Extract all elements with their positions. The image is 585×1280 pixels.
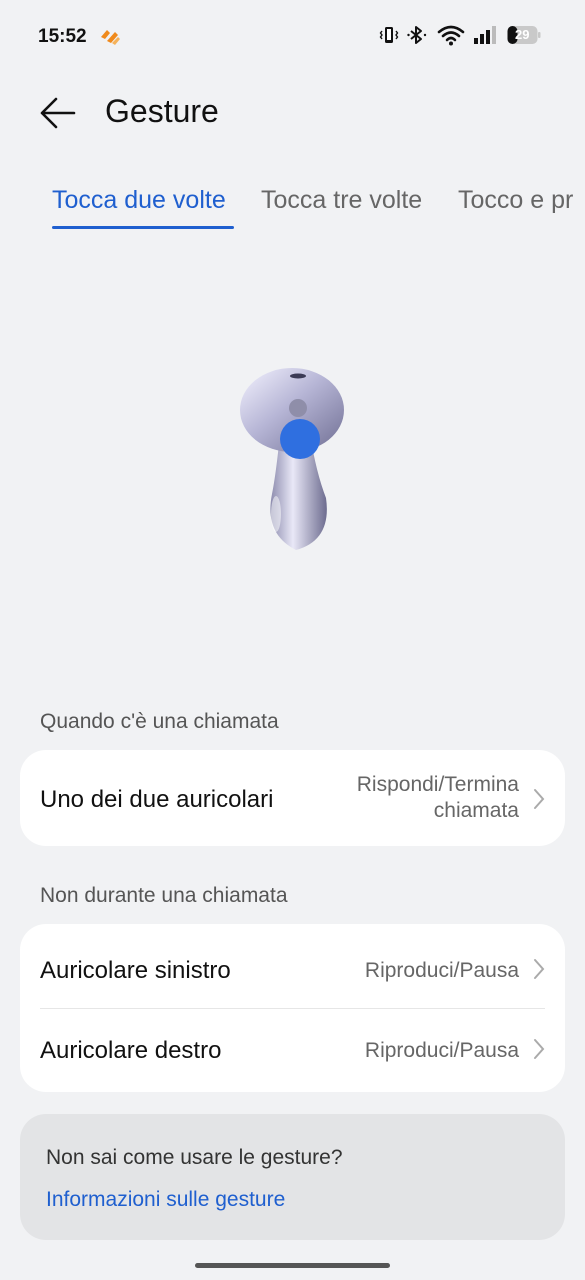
battery-level: 29 — [515, 27, 530, 42]
status-bar: 15:52 29 — [0, 0, 585, 72]
chevron-right-icon — [534, 959, 545, 979]
header: Gesture — [0, 85, 585, 141]
chevron-right-icon — [534, 1039, 545, 1059]
no-call-card: Auricolare sinistro Riproduci/Pausa Auri… — [20, 924, 565, 1092]
active-tab-indicator — [52, 226, 234, 229]
row-value: Riproduci/Pausa — [364, 1039, 519, 1062]
row-either-earbud[interactable]: Uno dei due auricolari Rispondi/Termina … — [20, 750, 565, 846]
row-right-earbud[interactable]: Auricolare destro Riproduci/Pausa — [20, 1008, 565, 1092]
row-label: Auricolare sinistro — [40, 957, 231, 984]
notification-app-icon — [101, 30, 120, 45]
call-card: Uno dei due auricolari Rispondi/Termina … — [20, 750, 565, 846]
earbud-illustration — [240, 368, 344, 550]
row-label: Uno dei due auricolari — [40, 786, 274, 813]
bluetooth-icon — [407, 26, 427, 44]
battery-icon: 29 — [507, 25, 541, 45]
row-value: Rispondi/Termina chiamata — [356, 773, 519, 822]
gesture-tabs: Tocca due volte Tocca tre volte Tocco e … — [0, 186, 585, 232]
section-label-call: Quando c'è una chiamata — [40, 710, 279, 733]
page-title: Gesture — [105, 93, 219, 129]
tab-double-tap[interactable]: Tocca due volte — [52, 186, 226, 215]
gesture-info-link[interactable]: Informazioni sulle gesture — [46, 1188, 285, 1212]
tab-touch-and-hold[interactable]: Tocco e pr — [458, 186, 573, 215]
chevron-right-icon — [534, 789, 545, 809]
help-question: Non sai come usare le gesture? — [46, 1146, 343, 1169]
wifi-icon — [437, 25, 465, 46]
row-label: Auricolare destro — [40, 1037, 222, 1064]
back-arrow-icon[interactable] — [36, 91, 80, 135]
tab-triple-tap[interactable]: Tocca tre volte — [261, 186, 422, 215]
row-value: Riproduci/Pausa — [364, 959, 519, 982]
signal-icon — [474, 26, 496, 44]
row-left-earbud[interactable]: Auricolare sinistro Riproduci/Pausa — [20, 924, 565, 1008]
status-time: 15:52 — [38, 26, 87, 47]
home-indicator[interactable] — [195, 1263, 390, 1268]
section-label-no-call: Non durante una chiamata — [40, 884, 288, 907]
help-card: Non sai come usare le gesture? Informazi… — [20, 1114, 565, 1240]
vibrate-icon — [379, 27, 399, 43]
